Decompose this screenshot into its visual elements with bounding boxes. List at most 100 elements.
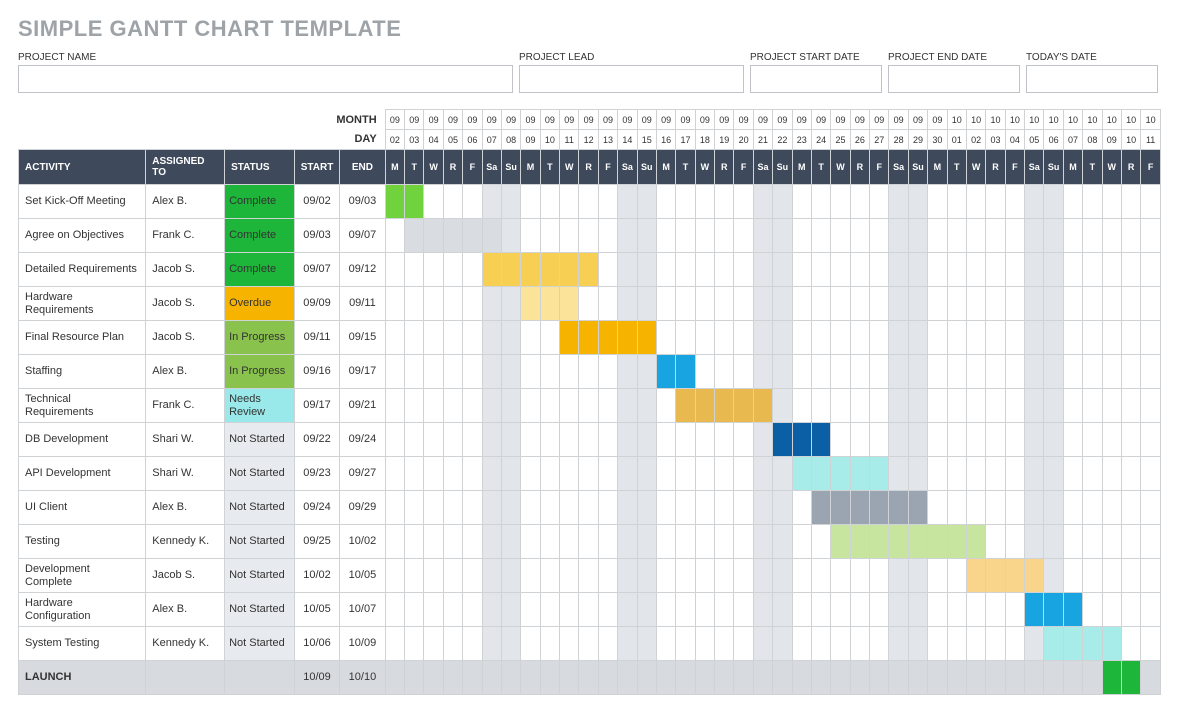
- month-cell: 09: [463, 110, 482, 130]
- cell-start[interactable]: 09/17: [294, 389, 339, 423]
- cell-assigned[interactable]: Jacob S.: [146, 321, 225, 355]
- gantt-cell: [618, 423, 637, 457]
- day-cell: 05: [443, 130, 462, 150]
- gantt-cell: [579, 355, 598, 389]
- cell-status[interactable]: Needs Review: [225, 389, 295, 423]
- cell-assigned[interactable]: Alex B.: [146, 185, 225, 219]
- gantt-cell: [385, 423, 404, 457]
- month-cell: 09: [831, 110, 850, 130]
- cell-activity[interactable]: Development Complete: [19, 559, 146, 593]
- cell-start[interactable]: 09/03: [294, 219, 339, 253]
- cell-assigned[interactable]: Kennedy K.: [146, 627, 225, 661]
- cell-end[interactable]: 10/02: [340, 525, 385, 559]
- gantt-cell: [870, 423, 889, 457]
- task-row: Set Kick-Off MeetingAlex B.Complete09/02…: [19, 185, 1161, 219]
- cell-assigned[interactable]: Shari W.: [146, 457, 225, 491]
- cell-assigned[interactable]: Frank C.: [146, 219, 225, 253]
- gantt-cell: [598, 457, 617, 491]
- cell-status[interactable]: Overdue: [225, 287, 295, 321]
- cell-start[interactable]: 10/09: [294, 661, 339, 695]
- cell-status[interactable]: Not Started: [225, 627, 295, 661]
- cell-activity[interactable]: Staffing: [19, 355, 146, 389]
- cell-status[interactable]: In Progress: [225, 355, 295, 389]
- cell-activity[interactable]: Technical Requirements: [19, 389, 146, 423]
- cell-activity[interactable]: LAUNCH: [19, 661, 146, 695]
- gantt-cell: [656, 253, 675, 287]
- cell-start[interactable]: 10/02: [294, 559, 339, 593]
- month-cell: 10: [986, 110, 1005, 130]
- gantt-cell: [889, 627, 908, 661]
- cell-activity[interactable]: Final Resource Plan: [19, 321, 146, 355]
- cell-status[interactable]: Not Started: [225, 491, 295, 525]
- cell-activity[interactable]: Hardware Configuration: [19, 593, 146, 627]
- cell-end[interactable]: 09/21: [340, 389, 385, 423]
- input-today[interactable]: [1026, 65, 1158, 93]
- cell-start[interactable]: 10/05: [294, 593, 339, 627]
- cell-activity[interactable]: Testing: [19, 525, 146, 559]
- cell-end[interactable]: 09/17: [340, 355, 385, 389]
- input-project-lead[interactable]: [519, 65, 744, 93]
- day-cell: 25: [831, 130, 850, 150]
- cell-end[interactable]: 09/12: [340, 253, 385, 287]
- cell-end[interactable]: 10/05: [340, 559, 385, 593]
- cell-end[interactable]: 10/10: [340, 661, 385, 695]
- cell-assigned[interactable]: Alex B.: [146, 593, 225, 627]
- gantt-cell: [908, 525, 927, 559]
- cell-end[interactable]: 09/03: [340, 185, 385, 219]
- cell-activity[interactable]: Detailed Requirements: [19, 253, 146, 287]
- cell-status[interactable]: Not Started: [225, 593, 295, 627]
- cell-start[interactable]: 09/25: [294, 525, 339, 559]
- cell-start[interactable]: 09/23: [294, 457, 339, 491]
- cell-end[interactable]: 09/29: [340, 491, 385, 525]
- cell-activity[interactable]: UI Client: [19, 491, 146, 525]
- project-meta-row: PROJECT NAME PROJECT LEAD PROJECT START …: [18, 52, 1161, 93]
- cell-start[interactable]: 10/06: [294, 627, 339, 661]
- gantt-cell: [463, 559, 482, 593]
- cell-assigned[interactable]: Jacob S.: [146, 559, 225, 593]
- cell-start[interactable]: 09/09: [294, 287, 339, 321]
- cell-status[interactable]: Not Started: [225, 559, 295, 593]
- cell-start[interactable]: 09/24: [294, 491, 339, 525]
- cell-start[interactable]: 09/11: [294, 321, 339, 355]
- cell-assigned[interactable]: Shari W.: [146, 423, 225, 457]
- cell-assigned[interactable]: Frank C.: [146, 389, 225, 423]
- cell-activity[interactable]: System Testing: [19, 627, 146, 661]
- input-start-date[interactable]: [750, 65, 882, 93]
- cell-start[interactable]: 09/07: [294, 253, 339, 287]
- cell-start[interactable]: 09/22: [294, 423, 339, 457]
- cell-assigned[interactable]: Kennedy K.: [146, 525, 225, 559]
- cell-end[interactable]: 09/11: [340, 287, 385, 321]
- cell-end[interactable]: 10/09: [340, 627, 385, 661]
- cell-activity[interactable]: Agree on Objectives: [19, 219, 146, 253]
- cell-activity[interactable]: Set Kick-Off Meeting: [19, 185, 146, 219]
- cell-end[interactable]: 09/07: [340, 219, 385, 253]
- cell-start[interactable]: 09/16: [294, 355, 339, 389]
- input-project-name[interactable]: [18, 65, 513, 93]
- gantt-cell: [870, 219, 889, 253]
- cell-assigned[interactable]: Jacob S.: [146, 253, 225, 287]
- cell-status[interactable]: Not Started: [225, 457, 295, 491]
- cell-status[interactable]: Not Started: [225, 525, 295, 559]
- cell-status[interactable]: Not Started: [225, 423, 295, 457]
- cell-activity[interactable]: API Development: [19, 457, 146, 491]
- cell-end[interactable]: 10/07: [340, 593, 385, 627]
- cell-status[interactable]: Complete: [225, 185, 295, 219]
- month-cell: 10: [966, 110, 985, 130]
- cell-activity[interactable]: DB Development: [19, 423, 146, 457]
- gantt-cell: [501, 491, 520, 525]
- input-end-date[interactable]: [888, 65, 1020, 93]
- cell-assigned[interactable]: Jacob S.: [146, 287, 225, 321]
- cell-status[interactable]: In Progress: [225, 321, 295, 355]
- cell-activity[interactable]: Hardware Requirements: [19, 287, 146, 321]
- cell-end[interactable]: 09/27: [340, 457, 385, 491]
- cell-start[interactable]: 09/02: [294, 185, 339, 219]
- cell-status[interactable]: [225, 661, 295, 695]
- cell-end[interactable]: 09/15: [340, 321, 385, 355]
- cell-assigned[interactable]: [146, 661, 225, 695]
- gantt-cell: [870, 491, 889, 525]
- cell-status[interactable]: Complete: [225, 219, 295, 253]
- cell-end[interactable]: 09/24: [340, 423, 385, 457]
- cell-assigned[interactable]: Alex B.: [146, 355, 225, 389]
- cell-status[interactable]: Complete: [225, 253, 295, 287]
- cell-assigned[interactable]: Alex B.: [146, 491, 225, 525]
